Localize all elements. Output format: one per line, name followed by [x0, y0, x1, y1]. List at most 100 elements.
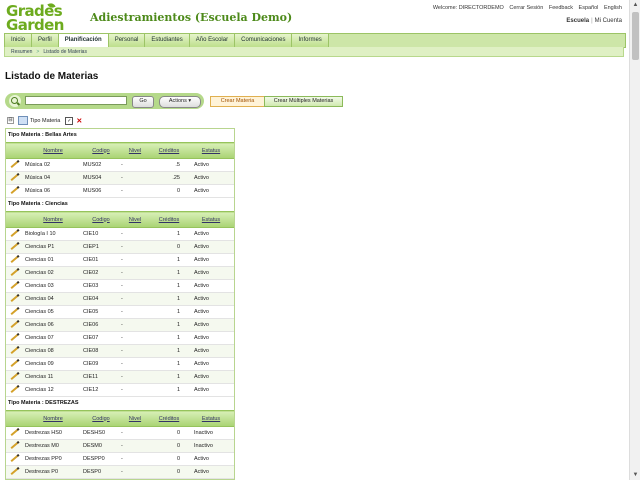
edit-button[interactable]	[6, 292, 24, 306]
edit-button[interactable]	[6, 383, 24, 397]
table-row[interactable]: Música 06 MUS06-0 Activo	[6, 184, 234, 198]
table-row[interactable]: Ciencias P1 CIEP1-0 Activo	[6, 240, 234, 254]
table-row[interactable]: Ciencias 12 CIE12-1 Activo	[6, 383, 234, 397]
table-row[interactable]: Ciencias 01 CIE01-1 Activo	[6, 253, 234, 267]
tab-comunicaciones[interactable]: Comunicaciones	[235, 34, 293, 47]
tab-ano-escolar[interactable]: Año Escolar	[189, 34, 236, 47]
cell-name[interactable]: Ciencias 09	[24, 357, 82, 371]
edit-button[interactable]	[6, 184, 24, 198]
edit-button[interactable]	[6, 240, 24, 254]
cell-name[interactable]: Ciencias P1	[24, 240, 82, 254]
cell-name[interactable]: Ciencias 04	[24, 292, 82, 306]
scroll-down-icon[interactable]: ▼	[630, 470, 640, 480]
table-row[interactable]: Destrezas M0 DESM0-0 Inactivo	[6, 439, 234, 453]
scroll-thumb[interactable]	[632, 12, 639, 60]
table-row[interactable]: Ciencias 08 CIE08-1 Activo	[6, 344, 234, 358]
table-row[interactable]: Destrezas P0 DESP0-0 Activo	[6, 465, 234, 479]
column-header-codigo[interactable]: Codigo	[82, 142, 120, 159]
cell-name[interactable]: Ciencias 08	[24, 344, 82, 358]
cell-name[interactable]: Ciencias 12	[24, 383, 82, 397]
create-multiple-subjects-button[interactable]: Crear Múltiples Materias	[264, 96, 343, 107]
remove-group-icon[interactable]: ✕	[76, 117, 82, 125]
column-header-creditos[interactable]: Créditos	[150, 211, 188, 228]
tab-inicio[interactable]: Inicio	[5, 34, 33, 47]
cell-name[interactable]: Ciencias 05	[24, 305, 82, 319]
table-row[interactable]: Destrezas PP0 DESPP0-0 Activo	[6, 452, 234, 466]
edit-button[interactable]	[6, 465, 24, 479]
column-header-nivel[interactable]: Nivel	[120, 211, 150, 228]
table-row[interactable]: Ciencias 04 CIE04-1 Activo	[6, 292, 234, 306]
scrollbar[interactable]: ▲ ▼	[629, 0, 640, 480]
edit-button[interactable]	[6, 266, 24, 280]
cell-name[interactable]: Ciencias 07	[24, 331, 82, 345]
column-header-nombre[interactable]: Nombre	[24, 142, 82, 159]
table-row[interactable]: Ciencias 03 CIE03-1 Activo	[6, 279, 234, 293]
grades-garden-logo[interactable]: Grades Garden	[6, 1, 86, 33]
actions-dropdown[interactable]: Actions ▾	[159, 96, 201, 108]
table-row[interactable]: Destrezas HS0 DESHS0-0 Inactivo	[6, 426, 234, 440]
table-row[interactable]: Ciencias 06 CIE06-1 Activo	[6, 318, 234, 332]
edit-button[interactable]	[6, 305, 24, 319]
go-button[interactable]: Go	[132, 96, 154, 108]
breadcrumb-resumen[interactable]: Resumen	[11, 49, 32, 55]
cell-name[interactable]: Destrezas P0	[24, 465, 82, 479]
school-label[interactable]: Escuela	[566, 18, 589, 24]
edit-button[interactable]	[6, 318, 24, 332]
cell-name[interactable]: Destrezas M0	[24, 439, 82, 453]
create-subject-button[interactable]: Crear Materia	[210, 96, 265, 107]
column-header-nombre[interactable]: Nombre	[24, 410, 82, 427]
tab-estudiantes[interactable]: Estudiantes	[145, 34, 190, 47]
collapse-icon[interactable]: ⊟	[7, 117, 14, 124]
english-link[interactable]: English	[604, 5, 622, 11]
cell-name[interactable]: Ciencias 03	[24, 279, 82, 293]
edit-button[interactable]	[6, 253, 24, 267]
edit-button[interactable]	[6, 452, 24, 466]
column-header-estatus[interactable]: Estatus	[188, 211, 234, 228]
scroll-up-icon[interactable]: ▲	[630, 0, 640, 10]
table-row[interactable]: Música 04 MUS04- .25 Activo	[6, 171, 234, 185]
tab-planificacion[interactable]: Planificación	[58, 34, 109, 47]
feedback-link[interactable]: Feedback	[549, 5, 573, 11]
column-header-nivel[interactable]: Nivel	[120, 410, 150, 427]
spanish-link[interactable]: Español	[579, 5, 599, 11]
tab-perfil[interactable]: Perfil	[32, 34, 59, 47]
edit-button[interactable]	[6, 344, 24, 358]
cell-name[interactable]: Ciencias 02	[24, 266, 82, 280]
column-header-codigo[interactable]: Codigo	[82, 211, 120, 228]
edit-button[interactable]	[6, 279, 24, 293]
table-row[interactable]: Ciencias 09 CIE09-1 Activo	[6, 357, 234, 371]
column-header-nombre[interactable]: Nombre	[24, 211, 82, 228]
table-row[interactable]: Ciencias 02 CIE02-1 Activo	[6, 266, 234, 280]
column-header-estatus[interactable]: Estatus	[188, 142, 234, 159]
edit-button[interactable]	[6, 227, 24, 241]
logout-link[interactable]: Cerrar Sesión	[509, 5, 543, 11]
column-header-estatus[interactable]: Estatus	[188, 410, 234, 427]
cell-name[interactable]: Biología I 10	[24, 227, 82, 241]
search-input[interactable]	[25, 96, 127, 105]
edit-button[interactable]	[6, 370, 24, 384]
cell-name[interactable]: Música 02	[24, 158, 82, 172]
edit-button[interactable]	[6, 331, 24, 345]
column-header-creditos[interactable]: Créditos	[150, 142, 188, 159]
table-row[interactable]: Ciencias 07 CIE07-1 Activo	[6, 331, 234, 345]
edit-button[interactable]	[6, 439, 24, 453]
cell-name[interactable]: Música 06	[24, 184, 82, 198]
group-checkbox[interactable]: ✓	[65, 116, 74, 125]
table-row[interactable]: Ciencias 11 CIE11-1 Activo	[6, 370, 234, 384]
table-row[interactable]: Biología I 10 CIE10-1 Activo	[6, 227, 234, 241]
table-row[interactable]: Música 02 MUS02- .5 Activo	[6, 158, 234, 172]
tab-personal[interactable]: Personal	[108, 34, 146, 47]
column-header-creditos[interactable]: Créditos	[150, 410, 188, 427]
cell-name[interactable]: Ciencias 01	[24, 253, 82, 267]
cell-name[interactable]: Ciencias 06	[24, 318, 82, 332]
my-account-link[interactable]: Mi Cuenta	[595, 18, 622, 24]
edit-button[interactable]	[6, 158, 24, 172]
column-header-nivel[interactable]: Nivel	[120, 142, 150, 159]
edit-button[interactable]	[6, 357, 24, 371]
tab-informes[interactable]: Informes	[292, 34, 329, 47]
cell-name[interactable]: Destrezas HS0	[24, 426, 82, 440]
table-row[interactable]: Ciencias 05 CIE05-1 Activo	[6, 305, 234, 319]
cell-name[interactable]: Música 04	[24, 171, 82, 185]
column-header-codigo[interactable]: Codigo	[82, 410, 120, 427]
cell-name[interactable]: Ciencias 11	[24, 370, 82, 384]
